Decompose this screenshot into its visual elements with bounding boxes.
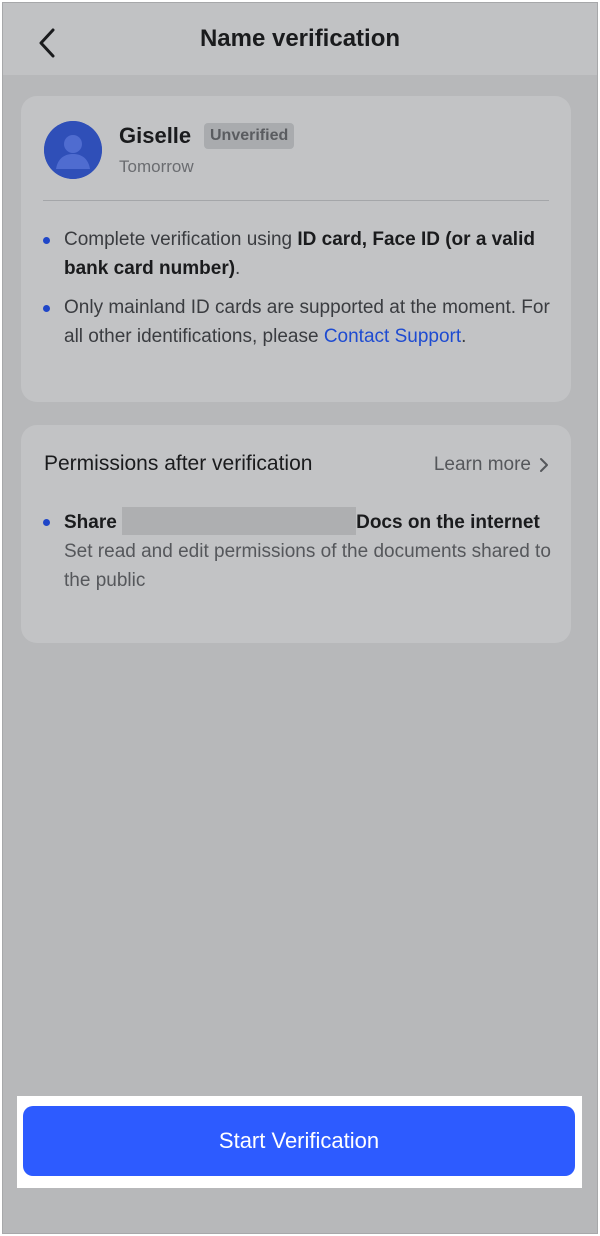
info-bullet-id: Complete verification using ID card, Fac… xyxy=(43,225,553,283)
permissions-card: Permissions after verification Learn mor… xyxy=(21,425,571,643)
mainland-text: Only mainland ID cards are supported at … xyxy=(64,297,550,347)
chevron-right-icon xyxy=(540,458,548,472)
bottom-action-bar: Start Verification xyxy=(17,1096,582,1188)
permission-text: Share Docs on the internet Set read and e… xyxy=(43,507,553,595)
permission-description: Set read and edit permissions of the doc… xyxy=(64,541,551,591)
learn-more-link[interactable]: Learn more xyxy=(434,454,549,476)
info-text-prefix: Complete verification using xyxy=(64,229,298,250)
mainland-suffix: . xyxy=(461,326,467,347)
permissions-title: Permissions after verification xyxy=(44,452,313,475)
bullet-dot xyxy=(43,519,50,526)
permission-bold-prefix: Share xyxy=(64,512,117,533)
permission-bold-suffix: Docs on the internet xyxy=(356,512,540,533)
user-name: Giselle xyxy=(119,123,192,148)
user-info-card: Giselle Unverified Tomorrow Complete ver… xyxy=(21,96,571,402)
permission-item: Share Docs on the internet Set read and e… xyxy=(43,507,553,595)
divider xyxy=(43,200,549,201)
user-avatar-icon xyxy=(44,121,102,179)
info-text-suffix: . xyxy=(235,258,241,279)
navigation-bar: Name verification xyxy=(3,3,597,75)
page-title: Name verification xyxy=(199,25,401,52)
status-badge: Unverified xyxy=(204,123,295,149)
info-bullet-mainland: Only mainland ID cards are supported at … xyxy=(43,293,553,351)
user-subtitle: Tomorrow xyxy=(119,157,194,176)
bullet-dot xyxy=(43,305,50,312)
redacted-block xyxy=(122,507,357,535)
screen: Name verification Giselle Unverified Tom… xyxy=(2,2,598,1234)
contact-support-link[interactable]: Contact Support xyxy=(324,326,461,347)
info-text: Complete verification using ID card, Fac… xyxy=(43,225,553,283)
start-verification-button[interactable]: Start Verification xyxy=(23,1106,575,1176)
info-text: Only mainland ID cards are supported at … xyxy=(43,293,553,351)
learn-more-label: Learn more xyxy=(433,454,531,475)
bullet-dot xyxy=(43,237,50,244)
avatar xyxy=(44,121,102,179)
